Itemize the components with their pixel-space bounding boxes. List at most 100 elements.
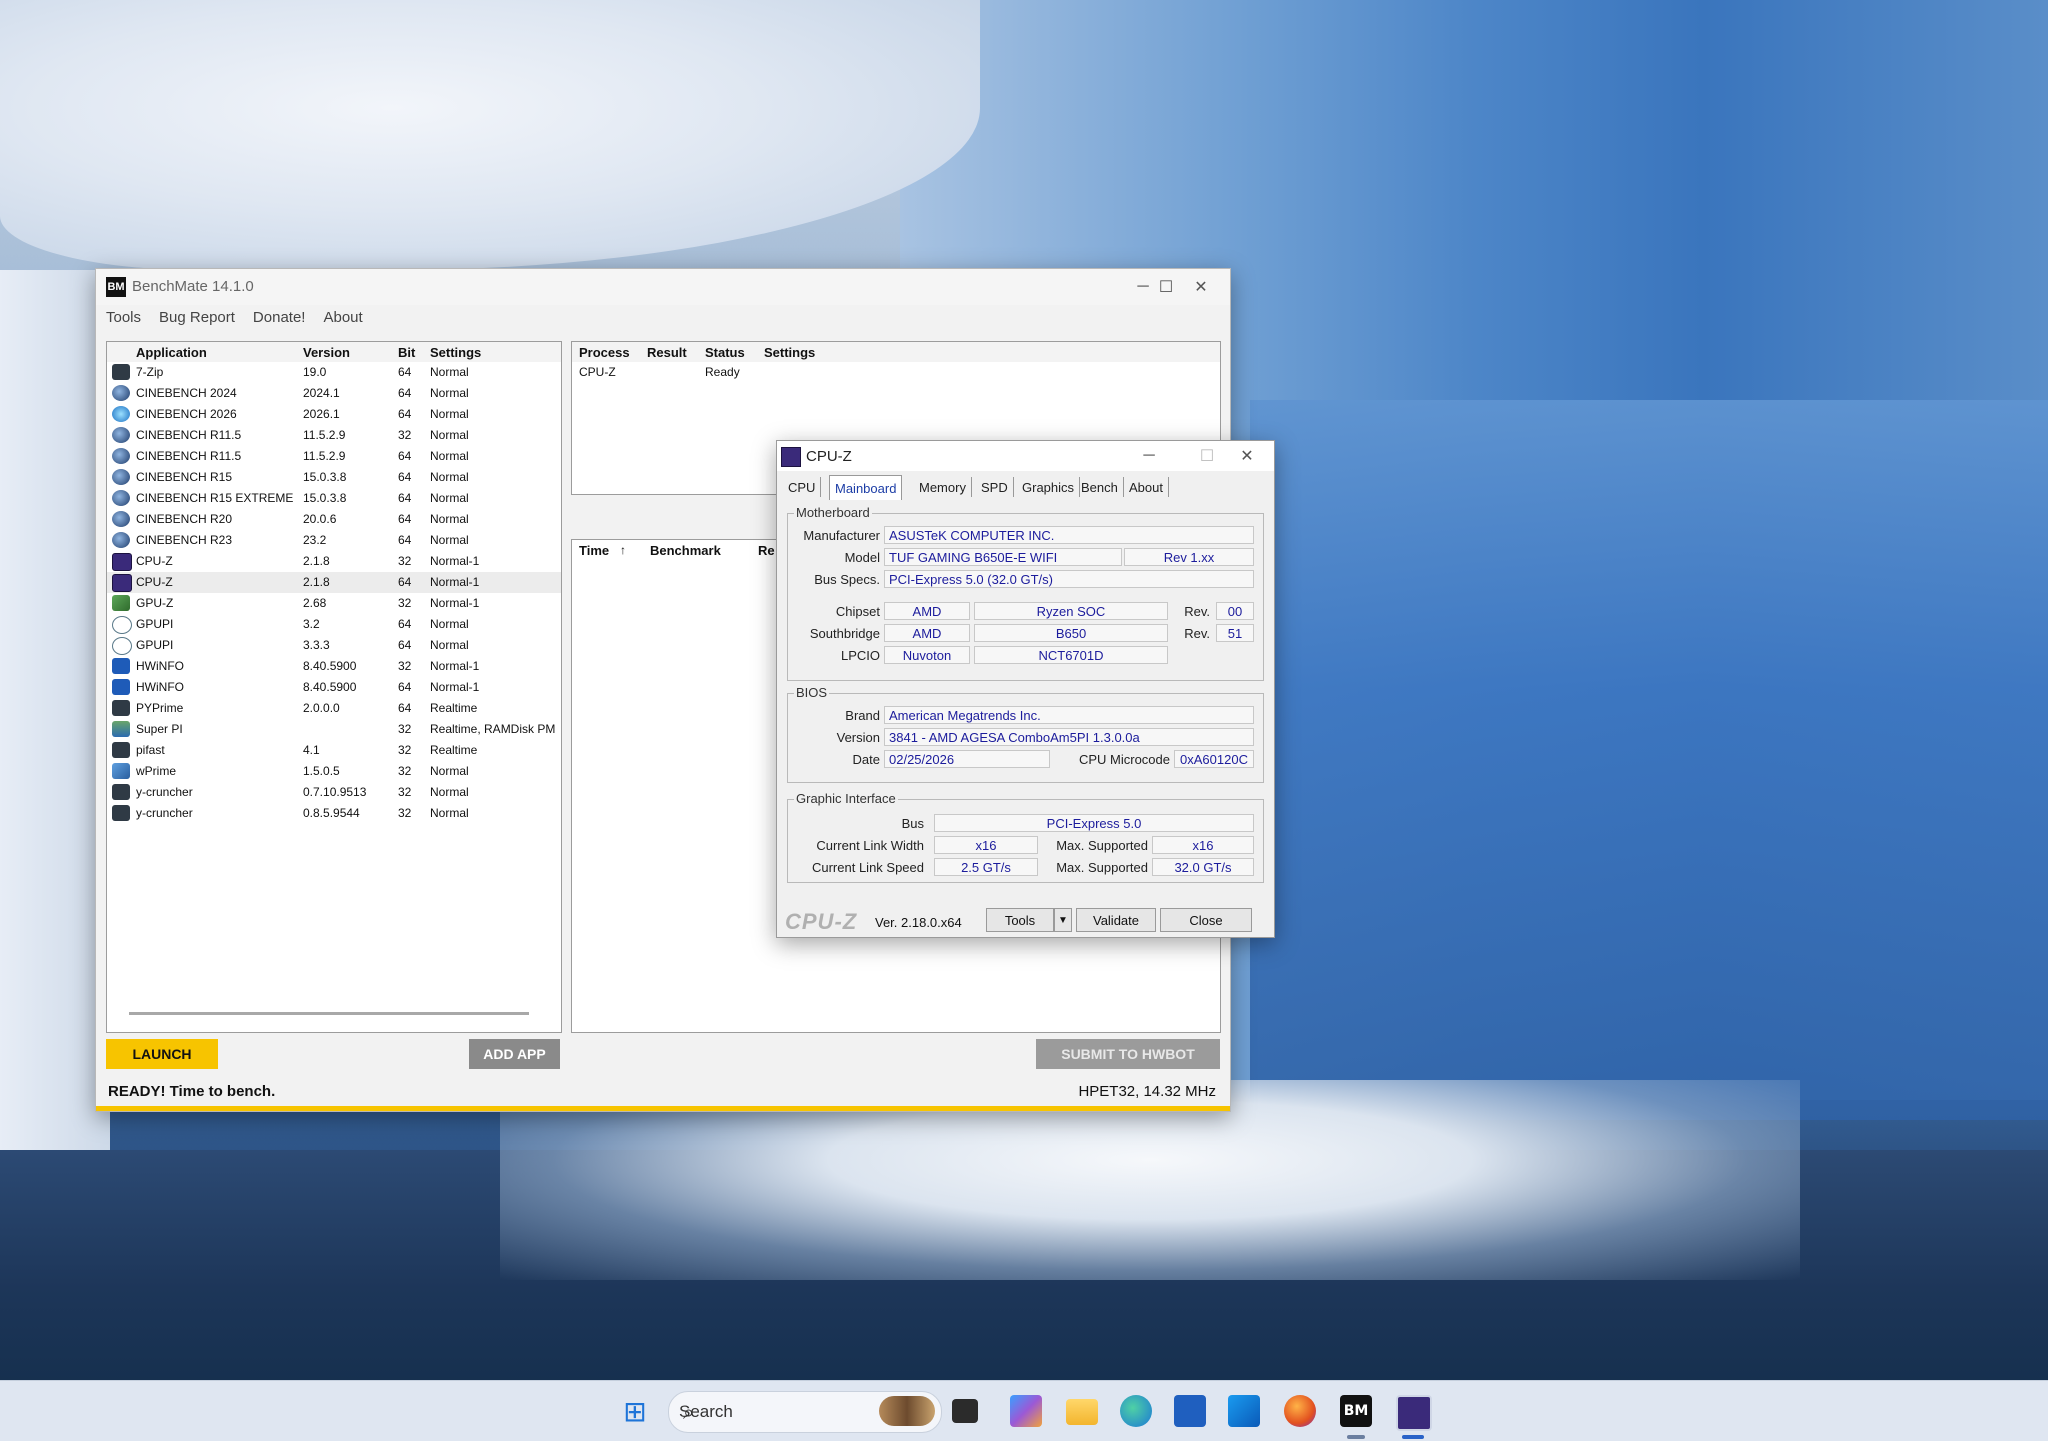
app-version: 1.5.0.5 — [303, 764, 340, 778]
col-version[interactable]: Version — [303, 345, 350, 360]
app-row[interactable]: CPU-Z 2.1.8 64 Normal-1 — [107, 572, 561, 593]
close-button[interactable]: ✕ — [1172, 269, 1230, 305]
menu-donate[interactable]: Donate! — [253, 309, 306, 331]
add-app-button[interactable]: ADD APP — [469, 1039, 560, 1069]
menu-bug-report[interactable]: Bug Report — [159, 309, 235, 331]
edge-icon[interactable] — [1120, 1395, 1152, 1427]
tools-button[interactable]: Tools — [986, 908, 1054, 932]
accent-bar — [96, 1106, 1230, 1111]
app-row[interactable]: 7-Zip 19.0 64 Normal — [107, 362, 561, 383]
app-row[interactable]: wPrime 1.5.0.5 32 Normal — [107, 761, 561, 782]
horizontal-scrollbar[interactable] — [129, 1012, 529, 1015]
tab-spd[interactable]: SPD — [976, 477, 1014, 497]
app-settings: Normal — [430, 533, 469, 547]
app-row[interactable]: CPU-Z 2.1.8 32 Normal-1 — [107, 551, 561, 572]
col-result[interactable]: Result — [647, 345, 687, 360]
tab-bench[interactable]: Bench — [1076, 477, 1124, 497]
motherboard-group-title: Motherboard — [794, 505, 872, 520]
app-row[interactable]: CINEBENCH R23 23.2 64 Normal — [107, 530, 561, 551]
app-settings: Normal — [430, 386, 469, 400]
app-row[interactable]: y-cruncher 0.8.5.9544 32 Normal — [107, 803, 561, 824]
app-name: pifast — [136, 743, 165, 757]
tab-memory[interactable]: Memory — [914, 477, 972, 497]
graphic-interface-group-title: Graphic Interface — [794, 791, 898, 806]
app-row[interactable]: pifast 4.1 32 Realtime — [107, 740, 561, 761]
app-bit: 64 — [398, 680, 412, 694]
cpuz-title-bar[interactable]: CPU-Z ─ ☐ ✕ — [777, 441, 1274, 471]
app-row[interactable]: PYPrime 2.0.0.0 64 Realtime — [107, 698, 561, 719]
tab-graphics[interactable]: Graphics — [1017, 477, 1081, 497]
validate-button[interactable]: Validate — [1076, 908, 1156, 932]
benchmate-icon[interactable]: BM — [1340, 1395, 1372, 1427]
col-settings[interactable]: Settings — [430, 345, 481, 360]
app-version: 2.1.8 — [303, 554, 330, 568]
tools-dropdown-icon[interactable]: ▼ — [1054, 908, 1072, 932]
app-bit: 32 — [398, 596, 412, 610]
app-name: CINEBENCH R23 — [136, 533, 233, 547]
bus-specs-value: PCI-Express 5.0 (32.0 GT/s) — [884, 570, 1254, 588]
m365-icon[interactable] — [1010, 1395, 1042, 1427]
gi-bus-value: PCI-Express 5.0 — [934, 814, 1254, 832]
app-row[interactable]: CINEBENCH R15 15.0.3.8 64 Normal — [107, 467, 561, 488]
cinebench-icon — [112, 532, 130, 548]
app-version: 11.5.2.9 — [303, 428, 346, 442]
cpuz-close-button[interactable]: ✕ — [1218, 441, 1276, 471]
col-result-truncated[interactable]: Re — [758, 543, 775, 558]
applications-list[interactable]: Application Version Bit Settings 7-Zip 19… — [106, 341, 562, 1033]
app-row[interactable]: CINEBENCH R11.5 11.5.2.9 64 Normal — [107, 446, 561, 467]
app-row[interactable]: HWiNFO 8.40.5900 64 Normal-1 — [107, 677, 561, 698]
title-bar[interactable]: BM BenchMate 14.1.0 ─ ☐ ✕ — [96, 269, 1230, 305]
app-row[interactable]: GPU-Z 2.68 32 Normal-1 — [107, 593, 561, 614]
terminal-icon — [112, 364, 130, 380]
tab-mainboard[interactable]: Mainboard — [829, 475, 903, 500]
link-speed-value: 2.5 GT/s — [934, 858, 1038, 876]
app-row[interactable]: CINEBENCH R20 20.0.6 64 Normal — [107, 509, 561, 530]
benchmate-running-indicator — [1347, 1435, 1365, 1439]
col-application[interactable]: Application — [136, 345, 207, 360]
app-version: 2026.1 — [303, 407, 340, 421]
app-row[interactable]: GPUPI 3.2 64 Normal — [107, 614, 561, 635]
app-bit: 32 — [398, 806, 412, 820]
start-icon[interactable]: ⊞ — [619, 1395, 651, 1428]
col-benchmark[interactable]: Benchmark — [650, 543, 721, 558]
launch-button[interactable]: LAUNCH — [106, 1039, 218, 1069]
col-process-settings[interactable]: Settings — [764, 345, 815, 360]
process-row[interactable]: CPU-Z Ready — [572, 362, 1220, 383]
graphic-interface-group: Graphic Interface Bus PCI-Express 5.0 Cu… — [787, 791, 1264, 883]
link-width-max-value: x16 — [1152, 836, 1254, 854]
outlook-icon[interactable] — [1228, 1395, 1260, 1427]
cpuz-close-btn[interactable]: Close — [1160, 908, 1252, 932]
terminal-icon[interactable] — [952, 1399, 978, 1423]
terminal-icon — [112, 805, 130, 821]
firefox-icon[interactable] — [1284, 1395, 1316, 1427]
menu-about[interactable]: About — [323, 309, 362, 331]
col-process[interactable]: Process — [579, 345, 630, 360]
submit-to-hwbot-button[interactable]: SUBMIT TO HWBOT — [1036, 1039, 1220, 1069]
status-text: READY! Time to bench. — [108, 1083, 276, 1100]
app-version: 15.0.3.8 — [303, 470, 347, 484]
app-version: 2.68 — [303, 596, 327, 610]
app-row[interactable]: CINEBENCH R15 EXTREME 15.0.3.8 64 Normal — [107, 488, 561, 509]
tab-cpu[interactable]: CPU — [783, 477, 822, 497]
taskbar-search[interactable]: ⌕ Search — [668, 1391, 942, 1433]
app-row[interactable]: CINEBENCH R11.5 11.5.2.9 32 Normal — [107, 425, 561, 446]
store-icon[interactable] — [1174, 1395, 1206, 1427]
cpuz-minimize-button[interactable]: ─ — [1120, 441, 1178, 471]
app-version: 0.8.5.9544 — [303, 806, 360, 820]
app-row[interactable]: Super PI 32 Realtime, RAMDisk PM — [107, 719, 561, 740]
col-bit[interactable]: Bit — [398, 345, 415, 360]
app-row[interactable]: HWiNFO 8.40.5900 32 Normal-1 — [107, 656, 561, 677]
app-row[interactable]: GPUPI 3.3.3 64 Normal — [107, 635, 561, 656]
app-row[interactable]: CINEBENCH 2024 2024.1 64 Normal — [107, 383, 561, 404]
cpuz-icon[interactable] — [1396, 1395, 1432, 1431]
app-version: 20.0.6 — [303, 512, 337, 526]
southbridge-rev-label: Rev. — [1184, 626, 1210, 641]
app-row[interactable]: CINEBENCH 2026 2026.1 64 Normal — [107, 404, 561, 425]
menu-tools[interactable]: Tools — [106, 309, 141, 331]
app-row[interactable]: y-cruncher 0.7.10.9513 32 Normal — [107, 782, 561, 803]
southbridge-vendor-value: AMD — [884, 624, 970, 642]
tab-about[interactable]: About — [1124, 477, 1169, 497]
col-time[interactable]: Time — [579, 543, 609, 558]
file-explorer-icon[interactable] — [1066, 1399, 1098, 1425]
col-status[interactable]: Status — [705, 345, 745, 360]
